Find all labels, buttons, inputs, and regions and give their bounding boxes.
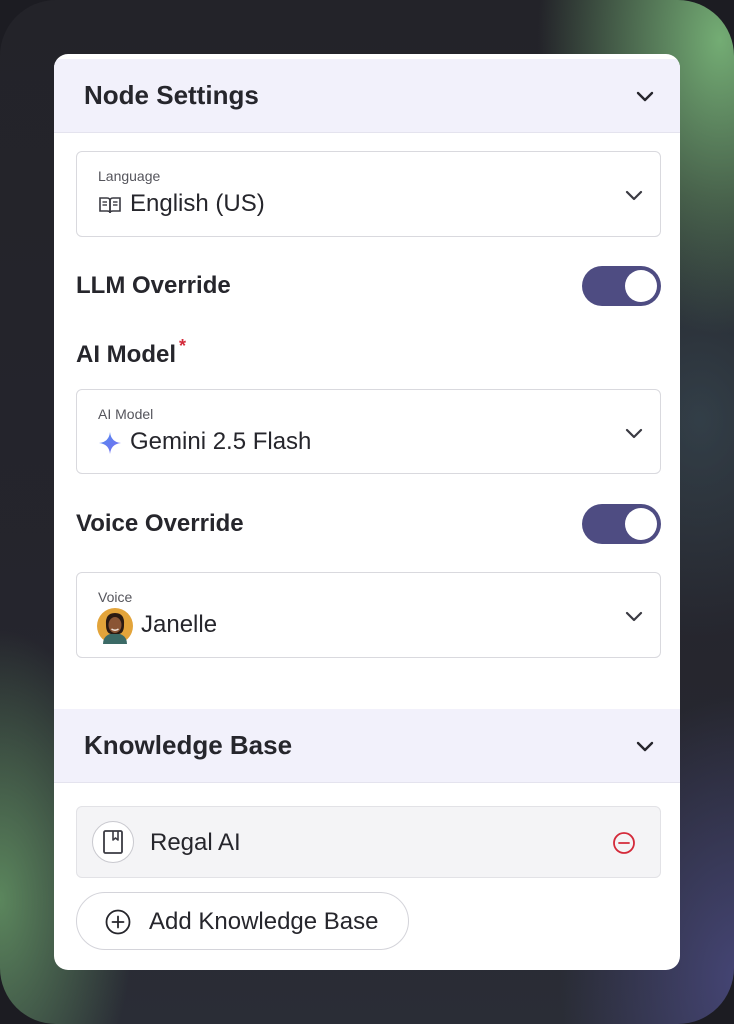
voice-override-label: Voice Override [76, 510, 244, 537]
chevron-down-icon[interactable] [634, 85, 656, 107]
ai-model-section-text: AI Model [76, 341, 176, 368]
chevron-down-icon[interactable] [624, 185, 644, 205]
voice-label: Voice [98, 589, 133, 605]
required-marker: * [179, 336, 187, 356]
llm-override-toggle[interactable] [582, 266, 661, 306]
ai-model-label: AI Model [98, 406, 154, 422]
chevron-down-icon[interactable] [634, 735, 656, 757]
ai-model-value: Gemini 2.5 Flash [130, 428, 312, 455]
language-book-icon [97, 192, 123, 218]
knowledge-base-title: Knowledge Base [84, 730, 293, 760]
language-label: Language [98, 168, 161, 184]
toggle-knob [625, 508, 657, 540]
language-value: English (US) [130, 190, 265, 217]
add-knowledge-base-label: Add Knowledge Base [149, 908, 379, 935]
chevron-down-icon[interactable] [624, 423, 644, 443]
voice-avatar [97, 608, 133, 644]
ai-model-section-label: AI Model * [76, 336, 186, 369]
voice-value: Janelle [141, 611, 218, 638]
device-frame: Node Settings Language English (US) LLM … [0, 0, 734, 1024]
node-settings-header[interactable]: Node Settings [54, 59, 680, 133]
language-select[interactable]: Language English (US) [76, 151, 661, 237]
voice-select[interactable]: Voice Janelle [76, 572, 661, 658]
toggle-knob [625, 270, 657, 302]
gemini-sparkle-icon [97, 430, 123, 456]
plus-circle-icon [105, 909, 131, 935]
ai-model-select[interactable]: AI Model Gemini 2.5 Flash [76, 389, 661, 474]
llm-override-label: LLM Override [76, 272, 231, 299]
node-settings-title: Node Settings [84, 80, 259, 110]
remove-circle-icon[interactable] [612, 831, 636, 855]
add-knowledge-base-button[interactable]: Add Knowledge Base [76, 892, 409, 950]
chevron-down-icon[interactable] [624, 606, 644, 626]
settings-panel: Node Settings Language English (US) LLM … [54, 54, 680, 970]
knowledge-base-item[interactable]: Regal AI [76, 806, 661, 878]
voice-override-toggle[interactable] [582, 504, 661, 544]
book-icon [92, 821, 134, 863]
knowledge-base-header[interactable]: Knowledge Base [54, 709, 680, 783]
knowledge-base-item-name: Regal AI [150, 829, 241, 856]
